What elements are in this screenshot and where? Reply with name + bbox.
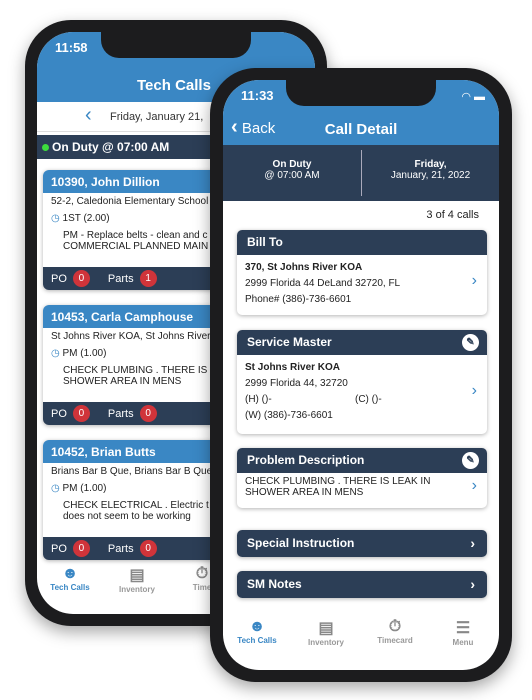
sm-notes-button[interactable]: SM Notes › — [237, 571, 487, 598]
po-badge: 0 — [72, 270, 90, 287]
technician-icon: ☻ — [248, 618, 266, 635]
date-day: Friday, — [414, 159, 447, 170]
chevron-right-icon[interactable]: › — [472, 272, 477, 290]
tab-menu[interactable]: ☰ Menu — [437, 618, 489, 647]
sm-name: St Johns River KOA — [245, 362, 341, 373]
info-band: On Duty @ 07:00 AM Friday, January, 21, 20… — [223, 145, 499, 201]
bill-to-phone: Phone# (386)-736-6601 — [245, 294, 352, 305]
status-dot-icon — [42, 144, 49, 151]
clock-icon: ◷ — [51, 483, 63, 494]
po-label: PO — [51, 542, 67, 555]
bill-to-name: 370, St Johns River KOA — [245, 262, 363, 273]
parts-badge: 1 — [139, 270, 157, 287]
tab-tech-calls[interactable]: ☻ Tech Calls — [45, 565, 95, 592]
chevron-right-icon: › — [470, 535, 475, 551]
call-desc: PM - Replace belts - clean and c — [63, 230, 208, 241]
sm-work-phone: (W) (386)-736-6601 — [245, 410, 333, 421]
page-title: Tech Calls — [137, 77, 211, 94]
section-header: Special Instruction — [247, 536, 355, 550]
clock-icon: ◷ — [51, 213, 63, 224]
edit-pencil-icon[interactable]: ✎ — [462, 334, 479, 351]
tab-label: Timecard — [377, 636, 413, 645]
parts-label: Parts — [107, 407, 134, 420]
menu-icon: ☰ — [455, 620, 471, 637]
page-title: Call Detail — [324, 121, 398, 138]
parts-badge: 0 — [139, 405, 157, 422]
section-header: Service Master — [247, 335, 332, 349]
call-desc: COMMERCIAL PLANNED MAIN — [63, 241, 209, 252]
notch — [101, 32, 251, 58]
prev-day-icon[interactable]: ‹ — [85, 104, 92, 127]
problem-text: SHOWER AREA IN MENS — [245, 487, 364, 498]
chevron-right-icon[interactable]: › — [472, 477, 477, 495]
status-time: 11:58 — [55, 40, 88, 55]
bill-to-address: 2999 Florida 44 DeLand 32720, FL — [245, 278, 401, 289]
tab-label: Menu — [452, 638, 474, 647]
tab-tech-calls[interactable]: ☻ Tech Calls — [231, 618, 283, 645]
stopwatch-icon: ⏱ — [388, 618, 402, 635]
service-master-section[interactable]: Service Master ✎ St Johns River KOA 2999 … — [237, 330, 487, 434]
sm-home-phone: (H) ()- — [245, 394, 272, 405]
po-label: PO — [51, 272, 67, 285]
call-shift: PM (1.00) — [62, 483, 107, 494]
sm-address: 2999 Florida 44, 32720 — [245, 378, 348, 389]
status-time: 11:33 — [241, 88, 274, 103]
tab-label: Tech Calls — [237, 636, 277, 645]
tab-label: Time — [192, 583, 212, 592]
inventory-icon: ▤ — [318, 620, 334, 637]
duty-time: @ 07:00 AM — [264, 170, 320, 181]
edit-pencil-icon[interactable]: ✎ — [462, 452, 479, 469]
call-desc: does not seem to be working — [63, 511, 191, 522]
sm-cell-phone: (C) ()- — [355, 394, 382, 405]
tab-label: Tech Calls — [50, 583, 90, 592]
section-header: Problem Description — [247, 453, 365, 467]
call-shift: PM (1.00) — [62, 348, 107, 359]
call-desc: CHECK ELECTRICAL . Electric t — [63, 500, 209, 511]
call-desc: SHOWER AREA IN MENS — [63, 376, 182, 387]
duty-label: On Duty — [272, 159, 312, 170]
call-count: 3 of 4 calls — [426, 209, 479, 221]
section-header: Bill To — [237, 230, 487, 255]
chevron-right-icon: › — [470, 576, 475, 592]
tab-timecard[interactable]: ⏱ Timecard — [369, 618, 421, 645]
call-shift: 1ST (2.00) — [62, 213, 110, 224]
clock-icon: ◷ — [51, 348, 63, 359]
po-label: PO — [51, 407, 67, 420]
chevron-right-icon[interactable]: › — [472, 382, 477, 400]
date-label: Friday, January 21, — [110, 111, 204, 123]
parts-label: Parts — [107, 542, 134, 555]
problem-text: CHECK PLUMBING . THERE IS LEAK IN — [245, 476, 431, 487]
notch — [286, 80, 436, 106]
duty-label: On Duty @ 07:00 AM — [52, 140, 170, 154]
po-badge: 0 — [72, 540, 90, 557]
parts-label: Parts — [107, 272, 134, 285]
parts-badge: 0 — [139, 540, 157, 557]
section-header: SM Notes — [247, 577, 302, 591]
call-desc: CHECK PLUMBING . THERE IS — [63, 365, 208, 376]
tab-label: Inventory — [118, 585, 155, 594]
tab-label: Inventory — [307, 638, 344, 647]
tab-inventory[interactable]: ▤ Inventory — [300, 618, 352, 647]
technician-icon: ☻ — [61, 565, 79, 582]
call-detail-screen: 11:33 ◠ ▬ ‹ Back Call Detail On Duty @ 07… — [223, 80, 499, 670]
battery-wifi-icon: ◠ ▬ — [461, 91, 485, 103]
inventory-icon: ▤ — [129, 567, 145, 584]
bill-to-section[interactable]: Bill To 370, St Johns River KOA 2999 Flo… — [237, 230, 487, 315]
front-phone: 11:33 ◠ ▬ ‹ Back Call Detail On Duty @ 07… — [210, 68, 512, 682]
tab-inventory[interactable]: ▤ Inventory — [112, 565, 162, 594]
date-full: January, 21, 2022 — [390, 170, 471, 181]
special-instruction-button[interactable]: Special Instruction › — [237, 530, 487, 557]
problem-description-section[interactable]: Problem Description ✎ CHECK PLUMBING . TH… — [237, 448, 487, 508]
po-badge: 0 — [72, 405, 90, 422]
